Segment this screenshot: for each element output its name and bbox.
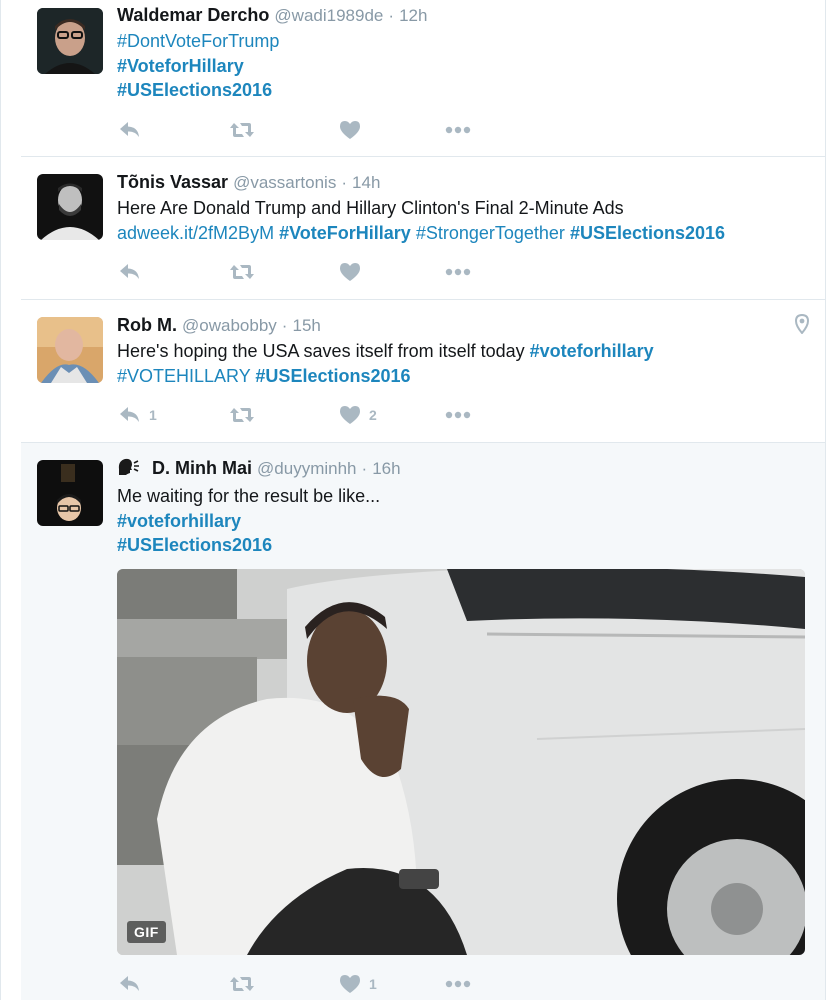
reply-button[interactable]: [119, 971, 141, 997]
heart-icon: [340, 406, 360, 424]
separator-dot: ·: [388, 6, 395, 25]
tweet-2[interactable]: Tõnis Vassar @vassartonis · 14h Here Are…: [21, 157, 825, 300]
more-button[interactable]: [445, 117, 471, 143]
tweet-text: Me waiting for the result be like... #vo…: [117, 484, 805, 558]
timestamp[interactable]: 12h: [399, 6, 427, 25]
author-handle[interactable]: @duyyminhh: [257, 459, 356, 478]
tweet-1[interactable]: Waldemar Dercho @wadi1989de · 12h #DontV…: [21, 0, 825, 157]
gif-badge: GIF: [127, 921, 166, 943]
timestamp[interactable]: 15h: [292, 316, 320, 335]
avatar[interactable]: [37, 460, 103, 526]
tweet-actions: [117, 117, 477, 143]
author-handle[interactable]: @vassartonis: [233, 173, 336, 192]
separator-dot: ·: [361, 459, 368, 478]
reply-icon: [120, 407, 139, 422]
more-button[interactable]: [445, 971, 471, 997]
author-name[interactable]: Tõnis Vassar: [117, 172, 228, 192]
more-button[interactable]: [445, 259, 471, 285]
separator-dot: ·: [341, 173, 348, 192]
tweet-link[interactable]: adweek.it/2fM2ByM: [117, 223, 274, 243]
tweet-3[interactable]: Rob M. @owabobby · 15h Here's hoping the…: [21, 300, 825, 443]
hashtag[interactable]: #USElections2016: [117, 80, 272, 100]
heart-icon: [340, 975, 360, 993]
like-button[interactable]: 2: [339, 402, 377, 428]
avatar[interactable]: [37, 174, 103, 240]
tweet-actions: 1: [117, 971, 477, 997]
tweet-text: Here Are Donald Trump and Hillary Clinto…: [117, 196, 805, 245]
hashtag[interactable]: #StrongerTogether: [416, 223, 565, 243]
tweet-4[interactable]: D. Minh Mai @duyyminhh · 16h Me waiting …: [21, 443, 825, 1000]
timestamp[interactable]: 16h: [372, 459, 400, 478]
retweet-button[interactable]: [229, 971, 255, 997]
hashtag[interactable]: #voteforhillary: [530, 341, 654, 361]
retweet-button[interactable]: [229, 402, 255, 428]
tweet-actions: [117, 259, 477, 285]
retweet-icon: [230, 265, 254, 279]
tweet-line: Here's hoping the USA saves itself from …: [117, 341, 530, 361]
hashtag[interactable]: #VoteforHillary: [117, 56, 244, 76]
tweet-actions: 1 2: [117, 402, 477, 428]
gif-media[interactable]: GIF: [117, 569, 805, 955]
more-icon: [445, 980, 471, 988]
retweet-icon: [230, 977, 254, 991]
retweet-icon: [230, 408, 254, 422]
more-icon: [445, 268, 471, 276]
reply-button[interactable]: [119, 117, 141, 143]
retweet-button[interactable]: [229, 259, 255, 285]
avatar[interactable]: [37, 8, 103, 74]
speaking-head-icon: [117, 457, 141, 482]
more-icon: [445, 411, 471, 419]
tweet-header: Tõnis Vassar @vassartonis · 14h: [117, 171, 805, 194]
tweet-header: D. Minh Mai @duyyminhh · 16h: [117, 457, 805, 482]
author-name[interactable]: Rob M.: [117, 315, 177, 335]
hashtag[interactable]: #DontVoteForTrump: [117, 31, 279, 51]
hashtag[interactable]: #USElections2016: [117, 535, 272, 555]
reply-count: 1: [149, 407, 157, 423]
timeline: Waldemar Dercho @wadi1989de · 12h #DontV…: [0, 0, 826, 1000]
tweet-header: Waldemar Dercho @wadi1989de · 12h: [117, 4, 805, 27]
heart-icon: [340, 121, 360, 139]
author-name[interactable]: D. Minh Mai: [152, 458, 252, 478]
retweet-button[interactable]: [229, 117, 255, 143]
reply-icon: [120, 264, 139, 279]
reply-button[interactable]: 1: [119, 402, 157, 428]
author-handle[interactable]: @wadi1989de: [274, 6, 383, 25]
like-button[interactable]: [339, 117, 361, 143]
hashtag[interactable]: #VOTEHILLARY: [117, 366, 250, 386]
tweet-text: #DontVoteForTrump #VoteforHillary #USEle…: [117, 29, 805, 103]
reply-icon: [120, 976, 139, 991]
separator-dot: ·: [281, 316, 288, 335]
gif-frame: [117, 569, 805, 955]
location-pin-icon[interactable]: [794, 313, 810, 339]
retweet-icon: [230, 123, 254, 137]
reply-icon: [120, 122, 139, 137]
like-count: 2: [369, 407, 377, 423]
reply-button[interactable]: [119, 259, 141, 285]
hashtag[interactable]: #USElections2016: [570, 223, 725, 243]
like-count: 1: [369, 976, 377, 992]
tweet-line: Here Are Donald Trump and Hillary Clinto…: [117, 198, 624, 218]
more-button[interactable]: [445, 402, 471, 428]
author-handle[interactable]: @owabobby: [182, 316, 277, 335]
author-name[interactable]: Waldemar Dercho: [117, 5, 269, 25]
like-button[interactable]: [339, 259, 361, 285]
hashtag[interactable]: #VoteForHillary: [279, 223, 411, 243]
tweet-header: Rob M. @owabobby · 15h: [117, 314, 805, 337]
tweet-text: Here's hoping the USA saves itself from …: [117, 339, 805, 388]
tweet-line: Me waiting for the result be like...: [117, 486, 381, 506]
avatar[interactable]: [37, 317, 103, 383]
more-icon: [445, 126, 471, 134]
hashtag[interactable]: #voteforhillary: [117, 511, 241, 531]
like-button[interactable]: 1: [339, 971, 377, 997]
timestamp[interactable]: 14h: [352, 173, 380, 192]
heart-icon: [340, 263, 360, 281]
hashtag[interactable]: #USElections2016: [255, 366, 410, 386]
